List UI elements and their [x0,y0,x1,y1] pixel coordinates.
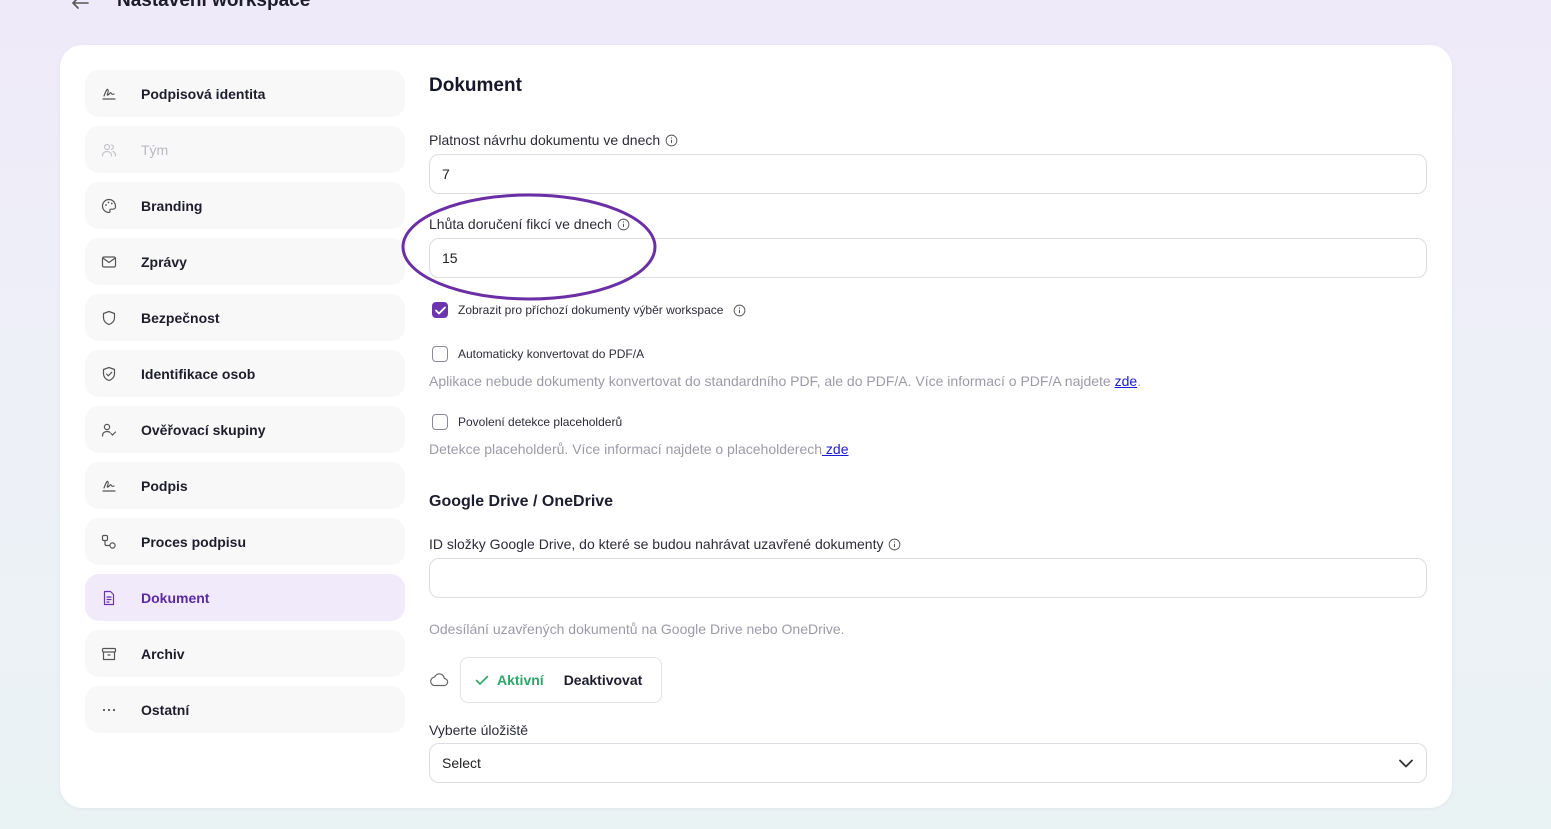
page-title: Nastavení workspace [117,0,311,11]
archive-icon [100,645,118,663]
active-label: Aktivní [497,672,544,688]
auto-pdfa-help: Aplikace nebude dokumenty konvertovat do… [429,373,1141,389]
cloud-status-toggle: Aktivní Deaktivovat [460,657,662,703]
sidebar-item-label: Dokument [141,589,210,606]
sidebar-item-archiv[interactable]: Archiv [85,630,405,677]
cloud-section-title: Google Drive / OneDrive [429,493,614,510]
shield-check-icon [100,365,118,383]
more-icon [100,701,118,719]
delivery-days-input[interactable] [429,238,1427,278]
document-icon [100,589,118,607]
auto-pdfa-checkbox[interactable] [432,346,448,362]
show-workspace-select-row: Zobrazit pro příchozí dokumenty výběr wo… [432,302,746,318]
show-workspace-select-label: Zobrazit pro příchozí dokumenty výběr wo… [458,303,724,317]
drive-folder-label-text: ID složky Google Drive, do které se budo… [429,536,884,552]
sidebar-item-label: Archiv [141,645,185,662]
page-header: Nastavení workspace [0,0,1551,22]
sidebar-item-label: Ostatní [141,701,190,718]
info-icon[interactable] [665,134,678,147]
auto-pdfa-row: Automaticky konvertovat do PDF/A [432,346,644,362]
drive-folder-label: ID složky Google Drive, do které se budo… [429,536,901,552]
chevron-down-icon [1399,759,1413,768]
sidebar-item-label: Tým [141,141,169,158]
auto-pdfa-help-suffix: . [1137,373,1142,389]
palette-icon [100,197,118,215]
sidebar-item-identifikace-osob[interactable]: Identifikace osob [85,350,405,397]
validity-label: Platnost návrhu dokumentu ve dnech [429,132,678,148]
shield-icon [100,309,118,327]
cloud-icon [430,673,449,687]
validity-days-input[interactable] [429,154,1427,194]
sidebar-item-podpisova-identita[interactable]: Podpisová identita [85,70,405,117]
sidebar-item-zpravy[interactable]: Zprávy [85,238,405,285]
auto-pdfa-help-text: Aplikace nebude dokumenty konvertovat do… [429,373,1115,389]
arrow-left-icon[interactable] [70,0,90,10]
placeholder-detection-help-text: Detekce placeholderů. Více informací naj… [429,441,823,457]
cloud-help: Odesílání uzavřených dokumentů na Google… [429,621,845,637]
info-icon[interactable] [733,304,746,317]
sidebar-item-overovaci-skupiny[interactable]: Ověřovací skupiny [85,406,405,453]
check-icon [475,675,489,685]
sidebar-item-ostatni[interactable]: Ostatní [85,686,405,733]
sidebar-item-bezpecnost[interactable]: Bezpečnost [85,294,405,341]
validity-label-text: Platnost návrhu dokumentu ve dnech [429,132,661,148]
workflow-icon [100,533,118,551]
mail-icon [100,253,118,271]
sidebar-item-tym[interactable]: Tým [85,126,405,173]
storage-label: Vyberte úložiště [429,722,529,738]
placeholder-detection-label: Povolení detekce placeholderů [458,415,623,429]
info-icon[interactable] [888,538,901,551]
sidebar-item-label: Identifikace osob [141,365,256,382]
placeholder-detection-row: Povolení detekce placeholderů [432,414,622,430]
check-icon [434,306,446,314]
placeholder-more-link[interactable]: zde [822,441,849,457]
auto-pdfa-more-link[interactable]: zde [1115,373,1138,389]
settings-sidebar: Podpisová identita Tým Branding Zprávy B… [85,70,405,742]
sidebar-item-label: Proces podpisu [141,533,247,550]
auto-pdfa-label: Automaticky konvertovat do PDF/A [458,347,645,361]
users-icon [100,141,118,159]
storage-select[interactable]: Select [429,743,1427,783]
settings-card: Podpisová identita Tým Branding Zprávy B… [60,45,1452,808]
section-title: Dokument [429,75,522,96]
signature-icon [100,477,118,495]
delivery-label-text: Lhůta doručení fikcí ve dnech [429,216,612,232]
storage-select-value: Select [442,755,481,771]
placeholder-detection-checkbox[interactable] [432,414,448,430]
activate-option[interactable]: Aktivní [475,672,544,688]
placeholder-detection-help: Detekce placeholderů. Více informací naj… [429,441,849,457]
sidebar-item-label: Ověřovací skupiny [141,421,266,438]
show-workspace-select-checkbox[interactable] [432,302,448,318]
delivery-label: Lhůta doručení fikcí ve dnech [429,216,630,232]
sidebar-item-label: Bezpečnost [141,309,220,326]
sidebar-item-proces-podpisu[interactable]: Proces podpisu [85,518,405,565]
user-check-icon [100,421,118,439]
sidebar-item-label: Podpis [141,477,188,494]
sidebar-item-branding[interactable]: Branding [85,182,405,229]
sidebar-item-label: Branding [141,197,203,214]
info-icon[interactable] [617,218,630,231]
deactivate-button[interactable]: Deaktivovat [564,672,643,688]
sidebar-item-podpis[interactable]: Podpis [85,462,405,509]
sidebar-item-label: Zprávy [141,253,187,270]
drive-folder-id-input[interactable] [429,558,1427,598]
sidebar-item-dokument[interactable]: Dokument [85,574,405,621]
sidebar-item-label: Podpisová identita [141,85,266,102]
signature-icon [100,85,118,103]
